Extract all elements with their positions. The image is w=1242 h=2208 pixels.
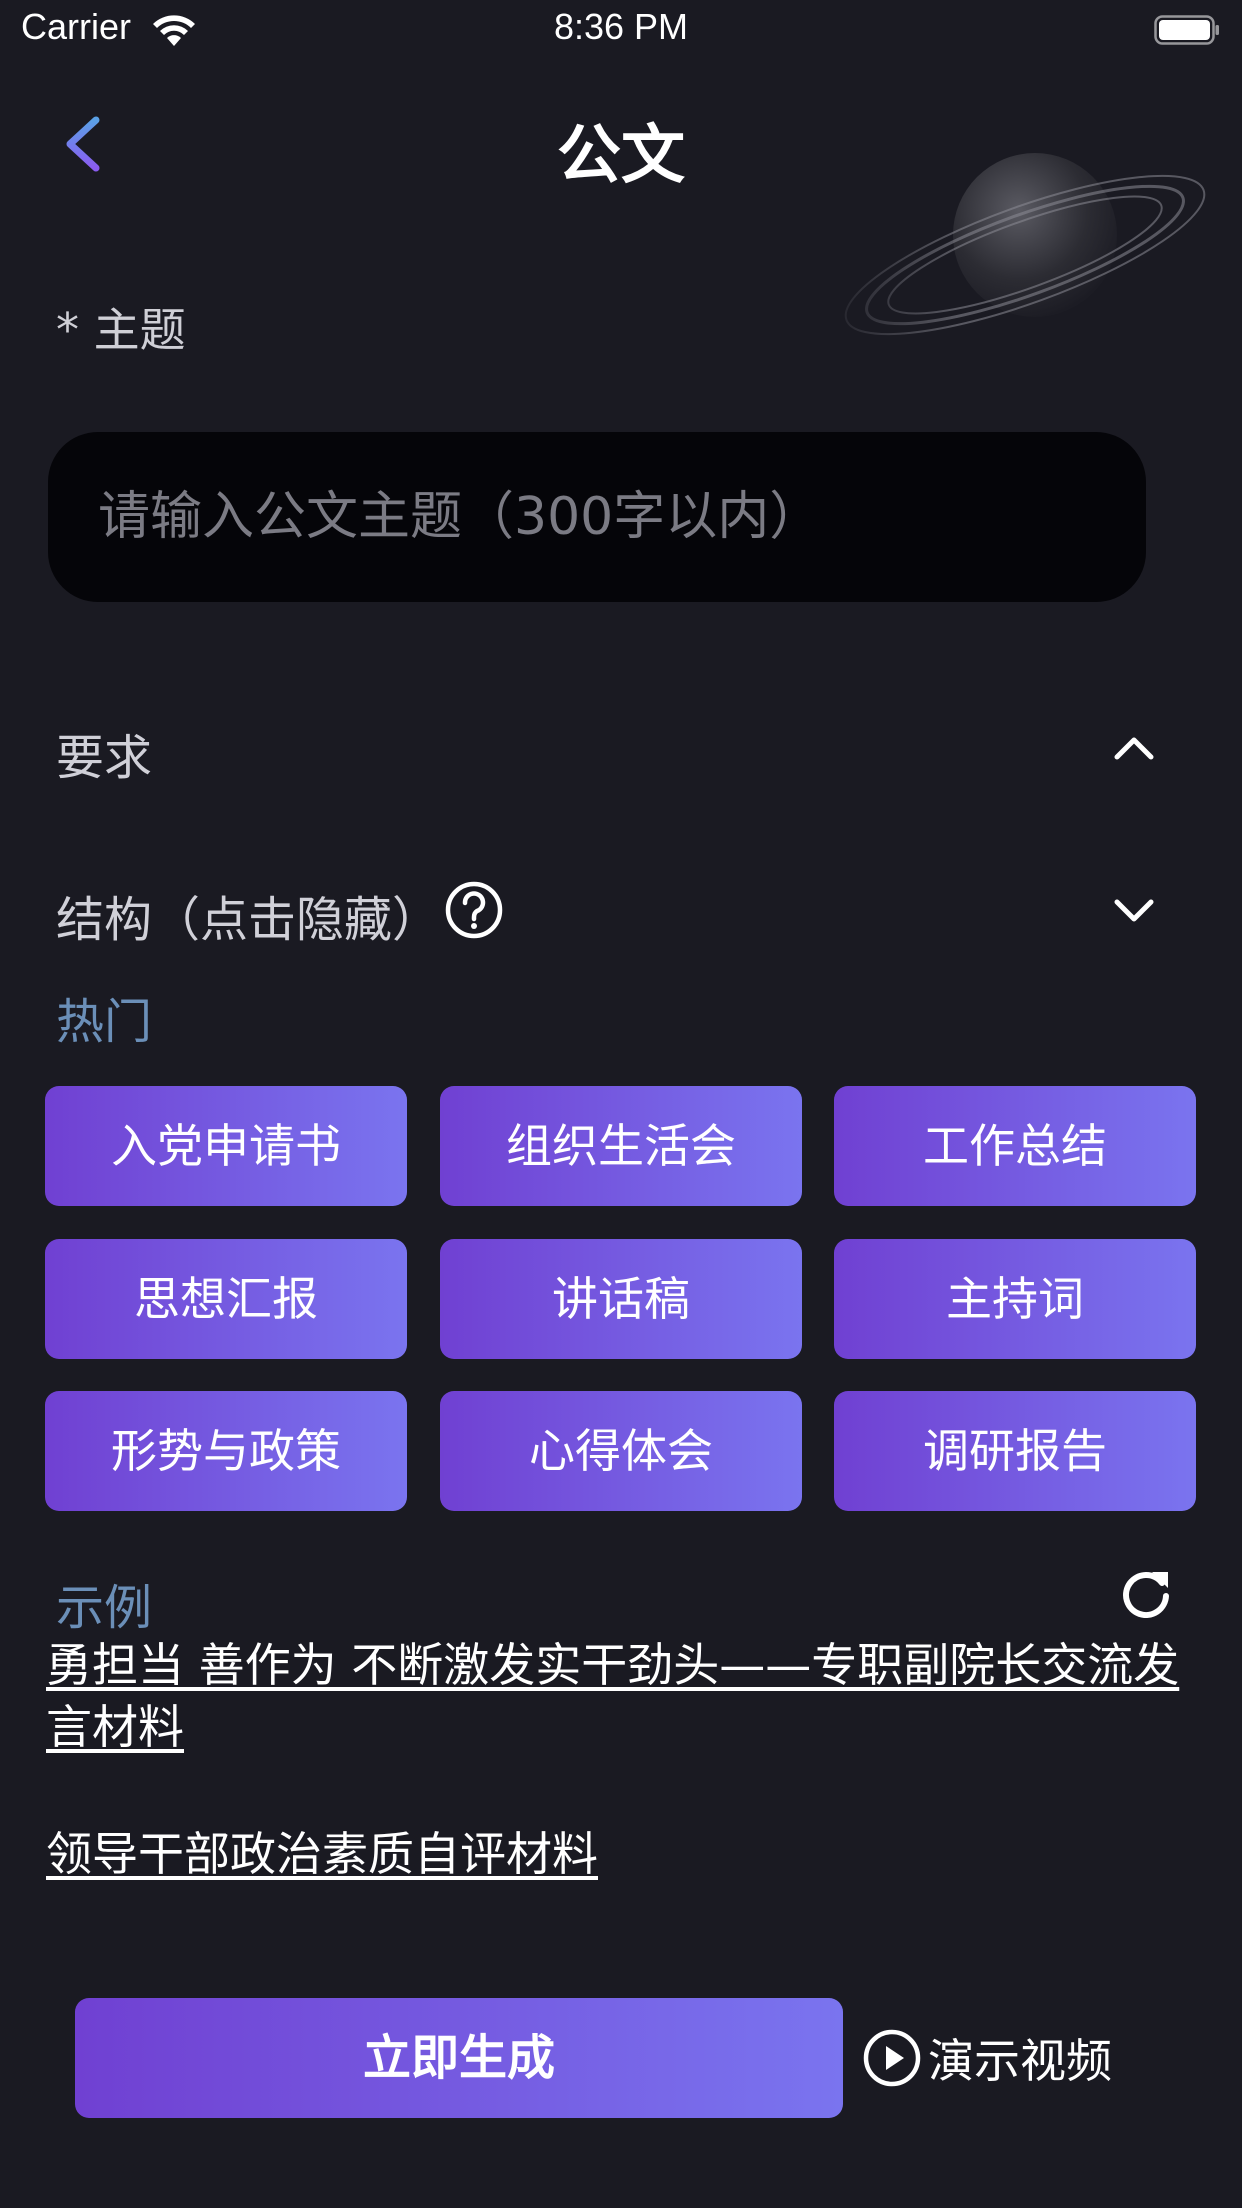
demo-video-label: 演示视频 bbox=[928, 2034, 1112, 2088]
tag-button[interactable]: 主持词 bbox=[834, 1239, 1196, 1359]
refresh-icon[interactable] bbox=[1118, 1566, 1174, 1622]
status-time: 8:36 PM bbox=[553, 6, 689, 47]
tag-button[interactable]: 讲话稿 bbox=[440, 1239, 802, 1359]
tag-button[interactable]: 调研报告 bbox=[834, 1391, 1196, 1511]
requirements-label: 要求 bbox=[56, 730, 153, 786]
subject-input[interactable] bbox=[48, 432, 1146, 602]
tag-button[interactable]: 组织生活会 bbox=[440, 1086, 802, 1206]
example-link[interactable]: 领导干部政治素质自评材料 bbox=[46, 1823, 1196, 1885]
tag-button[interactable]: 形势与政策 bbox=[45, 1391, 407, 1511]
tag-button[interactable]: 工作总结 bbox=[834, 1086, 1196, 1206]
subject-label: * 主题 bbox=[56, 303, 186, 357]
hot-label: 热门 bbox=[56, 994, 153, 1050]
generate-button[interactable]: 立即生成 bbox=[75, 1998, 843, 2118]
chevron-up-icon[interactable] bbox=[1112, 730, 1156, 764]
battery-icon bbox=[1154, 15, 1219, 45]
structure-label[interactable]: 结构（点击隐藏） bbox=[56, 880, 440, 950]
play-circle-icon bbox=[863, 2029, 921, 2087]
example-link[interactable]: 勇担当 善作为 不断激发实干劲头——专职副院长交流发言材料 bbox=[46, 1634, 1196, 1758]
example-label: 示例 bbox=[56, 1580, 153, 1636]
tag-button[interactable]: 心得体会 bbox=[440, 1391, 802, 1511]
question-circle-icon[interactable] bbox=[444, 880, 504, 940]
tag-button[interactable]: 思想汇报 bbox=[45, 1239, 407, 1359]
tag-button[interactable]: 入党申请书 bbox=[45, 1086, 407, 1206]
planet-illustration bbox=[810, 150, 1230, 360]
demo-video-button[interactable]: 演示视频 bbox=[862, 2026, 1112, 2090]
subject-input-container bbox=[48, 432, 1146, 602]
chevron-down-icon[interactable] bbox=[1112, 894, 1156, 928]
